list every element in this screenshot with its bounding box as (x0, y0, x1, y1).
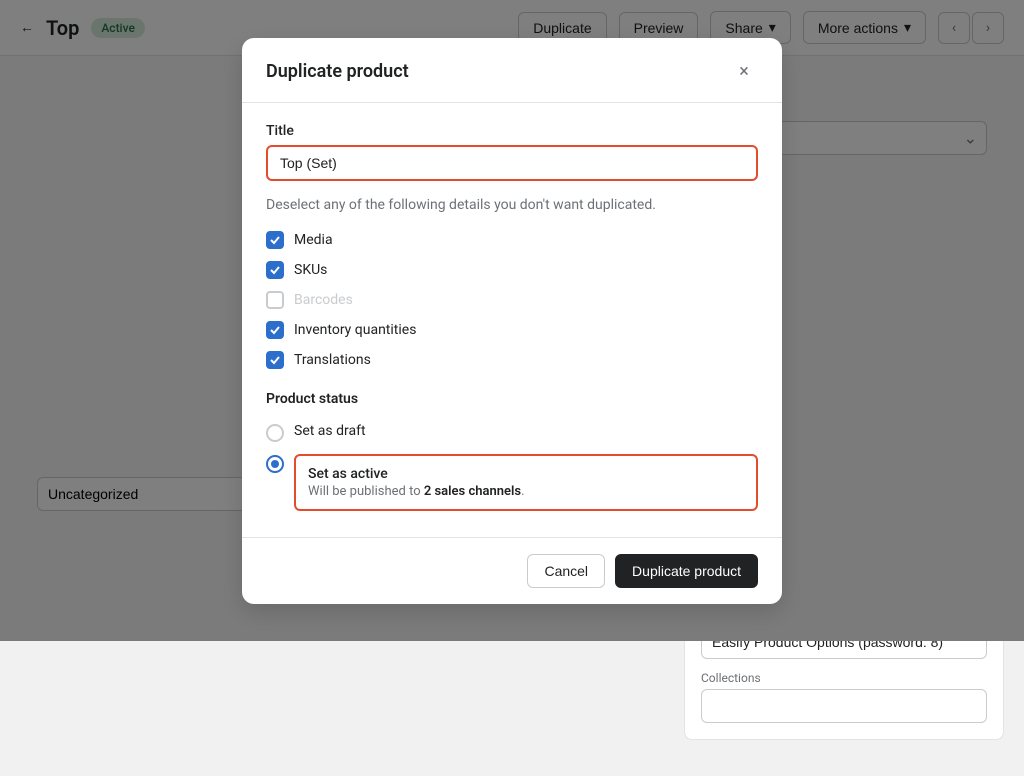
modal-title-input[interactable] (266, 145, 758, 181)
draft-label: Set as draft (294, 423, 366, 439)
media-checkbox-row: Media (266, 225, 758, 255)
duplicate-product-button[interactable]: Duplicate product (615, 554, 758, 588)
collections-label: Collections (701, 671, 987, 685)
inventory-label: Inventory quantities (294, 322, 416, 338)
modal-footer: Cancel Duplicate product (242, 537, 782, 604)
translations-checkbox-row: Translations (266, 345, 758, 375)
translations-label: Translations (294, 352, 371, 368)
modal-overlay: Duplicate product × Title Deselect any o… (0, 0, 1024, 641)
translations-checkbox[interactable] (266, 351, 284, 369)
cancel-button[interactable]: Cancel (527, 554, 605, 588)
active-radio[interactable] (266, 455, 284, 473)
modal-title: Duplicate product (266, 61, 409, 82)
active-radio-sublabel: Will be published to 2 sales channels. (308, 484, 744, 499)
media-label: Media (294, 232, 333, 248)
modal-body: Title Deselect any of the following deta… (242, 103, 782, 537)
modal-field-label: Title (266, 123, 758, 139)
skus-label: SKUs (294, 262, 327, 278)
active-radio-row: Set as active Will be published to 2 sal… (266, 448, 758, 517)
skus-checkbox-row: SKUs (266, 255, 758, 285)
product-status-label: Product status (266, 391, 758, 407)
barcodes-label: Barcodes (294, 292, 353, 308)
draft-radio-row: Set as draft (266, 417, 758, 448)
barcodes-checkbox[interactable] (266, 291, 284, 309)
active-radio-label: Set as active (308, 466, 744, 482)
modal-header: Duplicate product × (242, 38, 782, 103)
duplicate-modal: Duplicate product × Title Deselect any o… (242, 38, 782, 604)
draft-radio[interactable] (266, 424, 284, 442)
modal-description: Deselect any of the following details yo… (266, 197, 758, 213)
inventory-checkbox[interactable] (266, 321, 284, 339)
skus-checkbox[interactable] (266, 261, 284, 279)
barcodes-checkbox-row: Barcodes (266, 285, 758, 315)
media-checkbox[interactable] (266, 231, 284, 249)
active-radio-box: Set as active Will be published to 2 sal… (294, 454, 758, 511)
inventory-checkbox-row: Inventory quantities (266, 315, 758, 345)
collections-input[interactable] (701, 689, 987, 723)
modal-close-button[interactable]: × (730, 58, 758, 86)
